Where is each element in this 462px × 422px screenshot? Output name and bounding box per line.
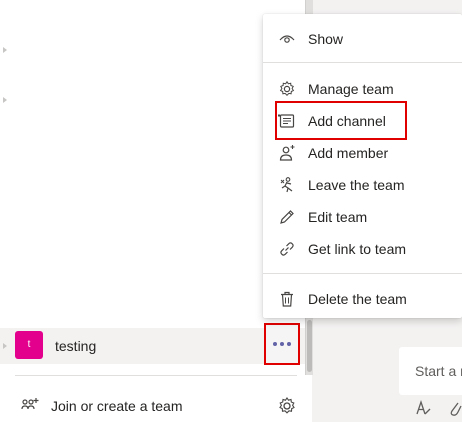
menu-item-add-member[interactable]: Add member bbox=[263, 137, 462, 169]
more-options-button[interactable] bbox=[264, 323, 300, 365]
scrollbar-thumb[interactable] bbox=[307, 320, 312, 372]
pencil-icon bbox=[280, 210, 294, 224]
trash-icon bbox=[281, 291, 293, 307]
gear-icon bbox=[279, 80, 295, 97]
menu-item-delete-team[interactable]: Delete the team bbox=[263, 283, 462, 315]
eye-icon bbox=[279, 35, 295, 43]
join-or-create-label: Join or create a team bbox=[51, 398, 183, 414]
add-member-icon bbox=[279, 145, 295, 161]
team-avatar: t bbox=[15, 331, 43, 359]
menu-item-edit-team[interactable]: Edit team bbox=[263, 201, 462, 233]
compose-box[interactable]: Start a n bbox=[399, 347, 462, 395]
leave-team-icon bbox=[280, 177, 293, 193]
team-name: testing bbox=[55, 338, 97, 354]
menu-label-delete-team: Delete the team bbox=[308, 291, 407, 307]
menu-label-manage-team: Manage team bbox=[308, 81, 394, 97]
menu-separator bbox=[263, 62, 462, 63]
menu-item-leave-team[interactable]: Leave the team bbox=[263, 169, 462, 201]
link-icon bbox=[280, 242, 294, 256]
compose-placeholder: Start a n bbox=[415, 363, 462, 379]
format-icon[interactable] bbox=[414, 399, 432, 417]
menu-item-show[interactable]: Show bbox=[263, 23, 462, 55]
menu-label-get-link: Get link to team bbox=[308, 241, 407, 257]
team-row-testing[interactable]: t testing bbox=[0, 328, 305, 364]
divider bbox=[15, 375, 297, 376]
team-context-menu: Show Manage team Add channel Add member bbox=[263, 14, 462, 318]
gear-icon[interactable] bbox=[277, 396, 297, 416]
menu-item-get-link[interactable]: Get link to team bbox=[263, 233, 462, 265]
team-expand-caret[interactable] bbox=[3, 343, 7, 349]
menu-label-show: Show bbox=[308, 31, 344, 47]
menu-separator bbox=[263, 273, 462, 274]
menu-label-edit-team: Edit team bbox=[308, 209, 368, 225]
collapsed-team-caret[interactable] bbox=[3, 47, 7, 53]
menu-label-leave-team: Leave the team bbox=[308, 177, 405, 193]
menu-label-add-member: Add member bbox=[308, 145, 389, 161]
more-options-icon bbox=[273, 342, 291, 346]
teams-list-pane: t testing Join or create a team bbox=[0, 0, 305, 422]
attach-icon[interactable] bbox=[448, 399, 462, 417]
join-team-icon bbox=[21, 398, 39, 410]
join-or-create-team[interactable]: Join or create a team bbox=[0, 390, 305, 422]
highlight-annotation bbox=[275, 101, 407, 140]
collapsed-team-caret[interactable] bbox=[3, 97, 7, 103]
compose-toolbar bbox=[412, 398, 462, 418]
